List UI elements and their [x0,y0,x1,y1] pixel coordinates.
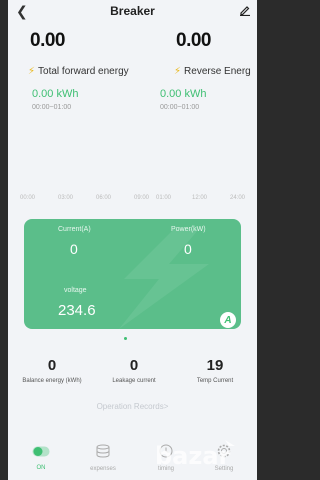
voltage-label: voltage [64,287,87,294]
temp-current-label: Temp Current [196,378,234,384]
forward-time-range: 00:00~01:00 [32,104,72,111]
chart-time-axis: 00:00 03:00 06:00 09:00 01:00 12:00 24:0… [20,195,252,205]
pencil-icon[interactable] [239,3,251,21]
reverse-time-range: 00:00~01:00 [160,104,200,111]
operation-records-link[interactable]: Operation Records> [8,402,257,411]
chevron-left-icon[interactable]: ❮ [16,3,28,20]
forward-energy-value: 0.00 [30,30,65,51]
reverse-energy-value: 0.00 [176,30,211,51]
page-title: Breaker [110,4,155,18]
energy-totals: 0.00 0.00 [8,30,257,55]
app-screen: ❮ Breaker 0.00 0.00 ⚡ Total forward ener… [8,0,257,480]
forward-energy-label: Total forward energy [38,66,129,77]
axis-tick: 12:00 [192,195,208,201]
svg-text:bazar: bazar [155,442,231,470]
live-readings-card: Current(A) 0 Power(kW) 0 voltage 234.6 A [24,219,241,329]
leakage-current-label: Leakage current [112,378,156,384]
bolt-icon: ⚡ [28,66,36,77]
axis-tick: 03:00 [58,195,74,201]
axis-tick: 01:00 [156,195,172,201]
bolt-icon: ⚡ [174,66,182,77]
page-indicator [124,337,127,340]
forward-energy-tab[interactable]: ⚡ Total forward energy [28,66,129,77]
balance-energy-label: Balance energy (kWh) [22,378,82,384]
voltage-value: 234.6 [58,302,96,319]
nav-on[interactable]: ON [21,444,61,471]
reverse-energy-tab[interactable]: ⚡ Reverse Energ [174,66,251,77]
lightning-watermark-icon [119,229,209,329]
reverse-energy-label: Reverse Energ [184,66,251,77]
nav-expenses[interactable]: expenses [83,444,123,472]
leakage-current-value: 0 [129,357,139,374]
bazar-watermark-logo: bazar [155,440,235,470]
axis-tick: 24:00 [230,195,246,201]
temp-current-value: 19 [206,357,224,374]
coins-icon [96,444,110,458]
axis-tick: 06:00 [96,195,112,201]
forward-kwh: 0.00 kWh [32,88,79,100]
current-label: Current(A) [58,226,91,233]
axis-tick: 09:00 [134,195,150,201]
leakage-current-stat: 0 Leakage current [94,357,174,384]
balance-energy-value: 0 [47,357,57,374]
current-value: 0 [70,241,78,257]
phase-badge[interactable]: A [220,312,236,328]
top-bar: ❮ Breaker [8,0,257,22]
power-label: Power(kW) [171,226,206,233]
nav-expenses-label: expenses [90,466,116,472]
nav-on-label: ON [36,465,46,471]
reverse-kwh: 0.00 kWh [160,88,207,100]
axis-tick: 00:00 [20,195,36,201]
toggle-icon [32,446,50,457]
temp-current-stat: 19 Temp Current [175,357,255,384]
power-value: 0 [184,241,192,257]
balance-energy-stat: 0 Balance energy (kWh) [12,357,92,384]
